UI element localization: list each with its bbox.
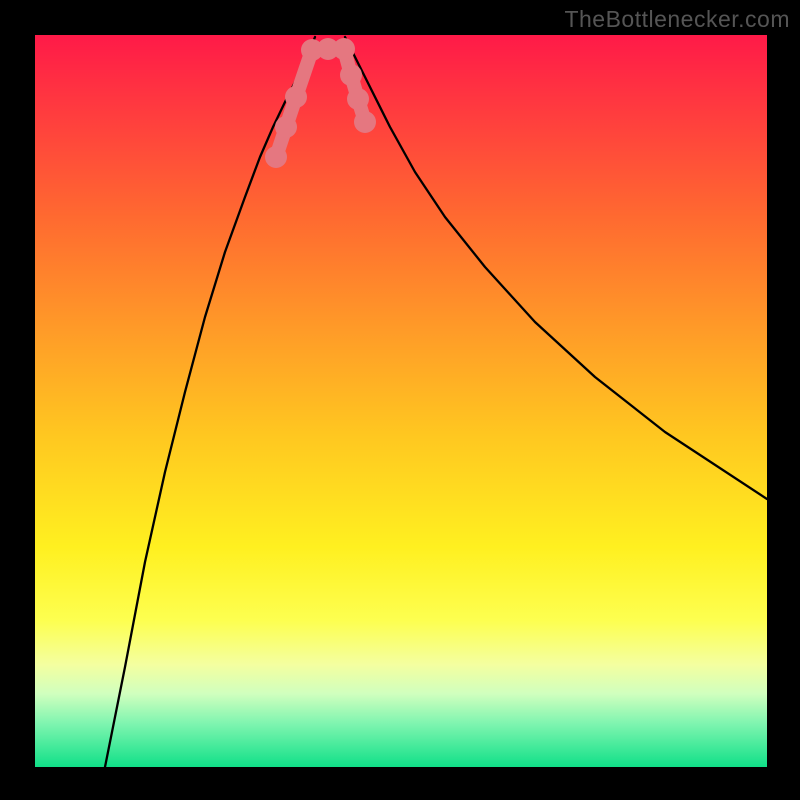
plot-svg (35, 35, 767, 767)
marker-point (285, 86, 307, 108)
marker-point (265, 146, 287, 168)
marker-point (354, 111, 376, 133)
marker-point (347, 88, 369, 110)
marker-point (333, 38, 355, 60)
watermark: TheBottlenecker.com (564, 6, 790, 33)
chart-canvas: TheBottlenecker.com (0, 0, 800, 800)
marker-point (340, 64, 362, 86)
series-right-curve (345, 37, 767, 499)
marker-point (275, 116, 297, 138)
plot-area (35, 35, 767, 767)
